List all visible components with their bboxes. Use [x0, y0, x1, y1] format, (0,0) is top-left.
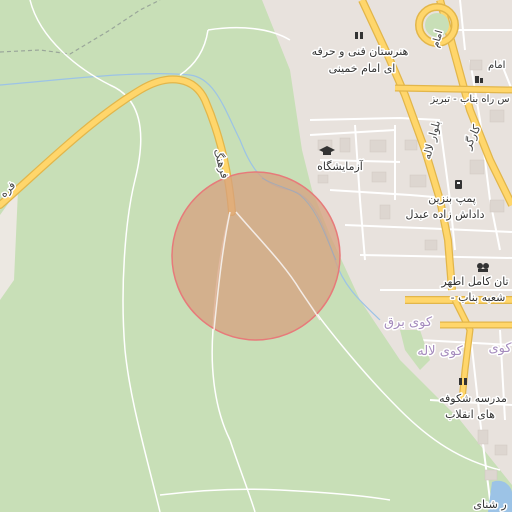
poi-gas-label-2: داداش زاده عبدل [405, 208, 484, 221]
map-canvas[interactable]: هنرستان فنی و حرفه ای امام خمینی آزمایشگ… [0, 0, 512, 512]
poi-bank-label-2: - شعبه بناب [451, 291, 506, 304]
district-barq-label: کوی برق [384, 315, 433, 330]
poi-school-2-label-2: های انقلاب [445, 408, 495, 421]
district-lale-label: کوی لاله [417, 344, 463, 359]
poi-bank-label: تان کامل اطهر [440, 275, 508, 288]
poi-lab-label: آزمایشگاه [317, 159, 364, 173]
poi-gas-label: پمپ بنزین [428, 192, 476, 205]
fuel-icon[interactable] [455, 180, 462, 189]
district-lale-2-label: کوی [488, 341, 512, 356]
poi-school-1-label-2: ای امام خمینی [329, 62, 396, 75]
poi-top-right-label: امام [488, 60, 505, 71]
bottom-right-label: ر شنای [473, 498, 506, 511]
location-accuracy-circle[interactable] [171, 171, 341, 341]
poi-school-1-label: هنرستان فنی و حرفه [312, 45, 409, 58]
poi-school-2-label: مدرسه شکوفه [439, 392, 507, 405]
poi-top-right-label-2: س راه بناب - تبریز [429, 94, 509, 105]
